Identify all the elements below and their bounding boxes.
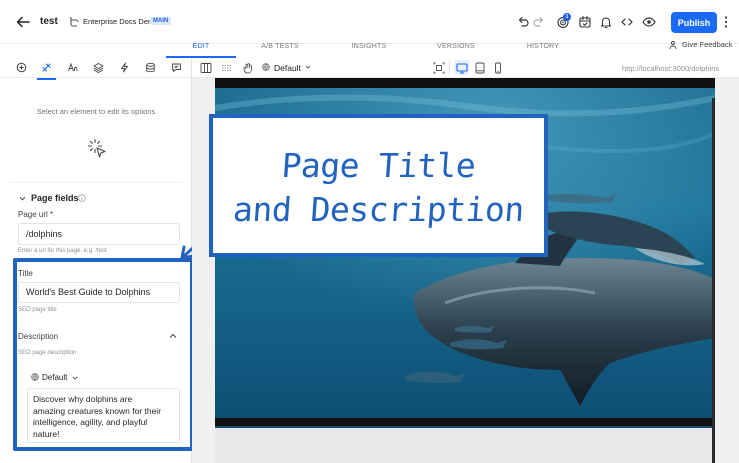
globe-icon	[31, 373, 39, 381]
database-icon[interactable]	[145, 62, 156, 73]
redo-icon[interactable]	[532, 15, 546, 29]
typography-icon[interactable]	[67, 62, 78, 73]
tab-edit[interactable]: EDIT	[193, 43, 210, 50]
page-url-label: Page url *	[18, 210, 54, 219]
back-arrow-icon[interactable]	[15, 14, 31, 30]
page-url-field[interactable]: /dolphins	[18, 223, 180, 245]
left-panel: Select an element to edit its options Pa…	[0, 58, 192, 463]
guides-icon[interactable]	[221, 62, 233, 74]
seo-title-field[interactable]: World's Best Guide to Dolphins	[18, 282, 180, 303]
desktop-icon[interactable]	[456, 62, 468, 74]
tablet-icon[interactable]	[474, 62, 486, 74]
interact-hand-icon[interactable]	[242, 62, 254, 74]
more-options-icon[interactable]	[724, 15, 728, 29]
calendar-check-icon[interactable]	[578, 15, 592, 29]
chevron-down-icon[interactable]	[305, 65, 311, 69]
site-name[interactable]: Enterprise Docs Demo	[83, 17, 158, 26]
undo-icon[interactable]	[516, 15, 530, 29]
canvas-locale-select[interactable]: Default	[274, 63, 301, 73]
interactions-icon[interactable]	[119, 62, 130, 73]
page-fields-heading[interactable]: Page fields	[31, 193, 79, 203]
add-icon[interactable]	[16, 62, 27, 73]
tab-history[interactable]: HISTORY	[527, 43, 559, 50]
info-icon[interactable]	[78, 194, 86, 202]
panels-layout-icon[interactable]	[200, 62, 212, 74]
publish-button[interactable]: Publish	[671, 12, 717, 33]
locale-select[interactable]: Default	[42, 373, 67, 382]
globe-icon	[262, 63, 270, 71]
preview-eye-icon[interactable]	[642, 15, 656, 29]
branch-badge[interactable]: MAIN	[150, 17, 172, 25]
chevron-down-icon[interactable]	[72, 376, 78, 380]
seo-description-hint: SEO page description	[18, 350, 77, 356]
chevron-down-icon[interactable]	[19, 195, 26, 202]
canvas-scrollbar[interactable]	[712, 98, 715, 463]
panel-toolbar	[0, 58, 192, 80]
notification-badge: 1	[563, 13, 571, 21]
annotation-callout: Page Title and Description	[209, 114, 548, 257]
page-frame-top	[215, 78, 715, 88]
panel-divider	[10, 182, 182, 183]
seo-title-hint: SEO page title	[18, 307, 57, 313]
give-feedback-link[interactable]: Give Feedback	[682, 40, 732, 49]
style-icon[interactable]	[37, 62, 56, 80]
feedback-icon	[669, 41, 677, 50]
select-cursor-icon	[87, 138, 106, 158]
top-bar: test Enterprise Docs Demo MAIN 1 Publish	[0, 0, 739, 44]
canvas-toolbar: Default http://localhost:3000/dolphins	[192, 58, 739, 78]
fit-screen-icon[interactable]	[433, 62, 445, 74]
mobile-icon[interactable]	[492, 62, 504, 74]
seo-description-field[interactable]: Discover why dolphins are amazing creatu…	[27, 388, 180, 443]
project-name[interactable]: test	[40, 16, 58, 27]
tab-insights[interactable]: INSIGHTS	[352, 43, 387, 50]
page-url-hint: Enter a url for this page, e.g. /test	[18, 248, 107, 254]
preview-url[interactable]: http://localhost:3000/dolphins	[622, 64, 719, 73]
site-icon	[70, 17, 79, 27]
chevron-up-icon[interactable]	[169, 333, 177, 339]
callout-line-2: and Description	[231, 190, 526, 229]
description-label: Description	[18, 332, 59, 341]
title-label: Title	[18, 269, 33, 278]
empty-selection-hint: Select an element to edit its options	[36, 107, 156, 116]
layers-icon[interactable]	[93, 62, 104, 73]
page-frame-divider	[215, 418, 715, 426]
code-icon[interactable]	[620, 15, 634, 29]
editor-tabs: EDIT A/B TESTS INSIGHTS VERSIONS HISTORY	[0, 43, 739, 58]
tab-versions[interactable]: VERSIONS	[437, 43, 475, 50]
bell-icon[interactable]	[599, 15, 613, 29]
toolbar-separator	[449, 61, 450, 74]
callout-line-1: Page Title	[280, 146, 477, 185]
tab-ab-tests[interactable]: A/B TESTS	[261, 43, 298, 50]
comments-icon[interactable]	[171, 62, 182, 73]
